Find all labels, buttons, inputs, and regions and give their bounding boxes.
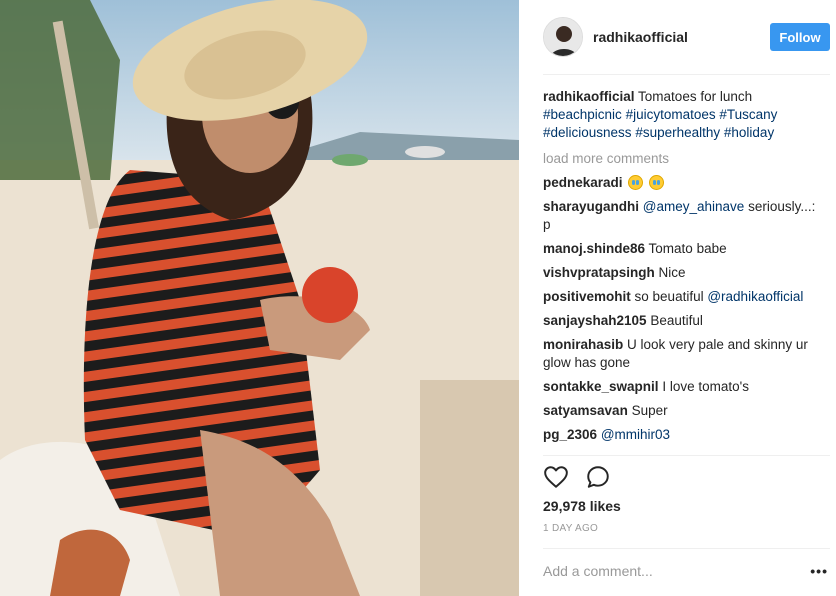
caption-username[interactable]: radhikaofficial <box>543 89 635 104</box>
comment-item: sontakke_swapnil I love tomato's <box>543 378 819 396</box>
comment-username[interactable]: sharayugandhi <box>543 199 639 214</box>
post-photo[interactable] <box>0 0 519 596</box>
comment-username[interactable]: pg_2306 <box>543 427 597 442</box>
hashtag[interactable]: #deliciousness <box>543 125 632 140</box>
comment-username[interactable]: pednekaradi <box>543 175 623 190</box>
comment-username[interactable]: vishvpratapsingh <box>543 265 655 280</box>
comment-item: pednekaradi <box>543 174 819 192</box>
comment-item: satyamsavan Super <box>543 402 819 420</box>
comment-username[interactable]: satyamsavan <box>543 403 628 418</box>
comment-item: sharayugandhi @amey_ahinave seriously...… <box>543 198 819 234</box>
likes-count[interactable]: 29,978 likes <box>543 498 621 514</box>
actions-divider <box>543 455 830 456</box>
comment-mention[interactable]: @amey_ahinave <box>643 199 745 214</box>
comment-item: manoj.shinde86 Tomato babe <box>543 240 819 258</box>
comment-item: positivemohit so beuatiful @radhikaoffic… <box>543 288 819 306</box>
header-divider <box>543 74 830 75</box>
beach-photo <box>0 0 519 596</box>
avatar[interactable] <box>543 17 583 57</box>
comment-item: sanjayshah2105 Beautiful <box>543 312 819 330</box>
comment-username[interactable]: positivemohit <box>543 289 631 304</box>
comment-text: Super <box>631 403 668 418</box>
add-comment-input[interactable]: Add a comment... <box>543 563 653 579</box>
comment-item: pg_2306 @mmihir03 <box>543 426 819 444</box>
post-timestamp: 1 DAY AGO <box>543 523 599 534</box>
comment-username[interactable]: manoj.shinde86 <box>543 241 645 256</box>
comment-item: vishvpratapsingh Nice <box>543 264 819 282</box>
comment-divider <box>543 548 830 549</box>
comment-mention[interactable]: @radhikaofficial <box>707 289 803 304</box>
ellipsis-icon[interactable]: ••• <box>810 563 828 579</box>
hashtag[interactable]: #juicytomatoes <box>626 107 716 122</box>
comment-text: I love tomato's <box>662 379 749 394</box>
comment-text: so beuatiful <box>634 289 708 304</box>
comment-username[interactable]: sanjayshah2105 <box>543 313 647 328</box>
comment-text: Nice <box>658 265 686 280</box>
heart-outline-icon[interactable] <box>543 464 569 490</box>
avatar-image <box>544 18 582 56</box>
load-more-comments-link[interactable]: load more comments <box>543 150 819 168</box>
caption-text: Tomatoes for lunch <box>638 89 753 104</box>
comments-list: radhikaofficial Tomatoes for lunch #beac… <box>543 88 819 450</box>
post-actions <box>543 464 611 490</box>
comment-item: monirahasib U look very pale and skinny … <box>543 336 819 372</box>
comment-text: Tomato babe <box>648 241 727 256</box>
post-header: radhikaofficial Follow <box>543 16 830 58</box>
hashtag[interactable]: #beachpicnic <box>543 107 622 122</box>
speech-bubble-icon[interactable] <box>585 464 611 490</box>
post-side-panel: radhikaofficial Follow radhikaofficial T… <box>519 0 836 596</box>
follow-button[interactable]: Follow <box>770 23 830 51</box>
hashtag[interactable]: #superhealthy <box>635 125 720 140</box>
crying-laughing-emoji-icon <box>628 175 644 190</box>
post-username[interactable]: radhikaofficial <box>593 29 770 45</box>
comment-mention[interactable]: @mmihir03 <box>601 427 670 442</box>
caption: radhikaofficial Tomatoes for lunch #beac… <box>543 88 819 142</box>
crying-laughing-emoji-icon <box>649 175 665 190</box>
comment-username[interactable]: sontakke_swapnil <box>543 379 659 394</box>
comment-text: Beautiful <box>650 313 703 328</box>
hashtag[interactable]: #holiday <box>724 125 774 140</box>
comment-username[interactable]: monirahasib <box>543 337 623 352</box>
hashtag[interactable]: #Tuscany <box>719 107 777 122</box>
